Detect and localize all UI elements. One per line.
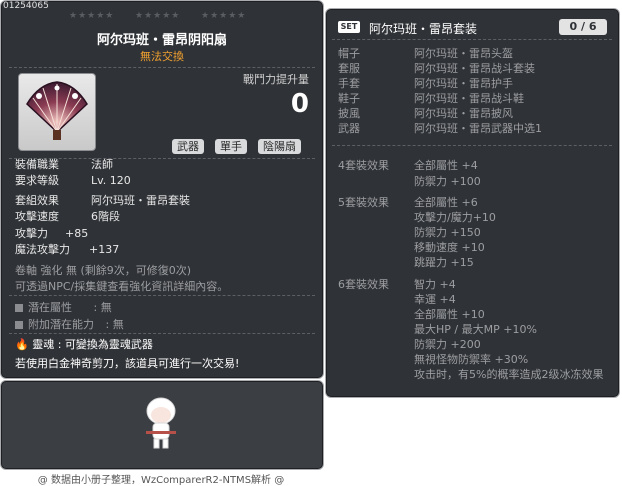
footer-credit: @ 数据由小册子整理，WzComparerR2-NTMS解析 @	[37, 475, 285, 486]
set-name: 阿尔玛班・雷昂套装	[369, 22, 478, 36]
character-avatar	[146, 397, 176, 449]
star-group-2: ★★★★★	[135, 11, 181, 21]
additional-potential-row: 附加潛在能力 : 無	[15, 316, 124, 332]
divider	[332, 39, 612, 40]
set-badge: SET	[338, 21, 360, 33]
attack-row: 攻擊力 +85	[15, 227, 89, 240]
soul-row: 🔥 靈魂 : 可變換為靈魂武器	[15, 338, 153, 351]
item-tooltip-panel: 01254065 ★★★★★ ★★★★★ ★★★★★ 阿尔玛班・雷昂阴阳扇 無法…	[0, 0, 324, 379]
flame-icon: 🔥	[15, 338, 29, 351]
additional-potential-lock-icon	[15, 321, 23, 329]
item-id: 01254065	[3, 1, 49, 11]
tag-one-handed: 單手	[215, 139, 247, 154]
set-row: 套組效果 阿尔玛班・雷昂套裝	[15, 194, 190, 207]
npc-info: 可透過NPC/採集鍵查看強化資訊詳細內容。	[15, 280, 229, 293]
speed-row: 攻擊速度 6階段	[15, 210, 120, 223]
potential-row: 潛在屬性 : 無	[15, 299, 112, 315]
level-row: 要求等級 Lv. 120	[15, 174, 131, 187]
job-row: 裝備職業 法師	[15, 158, 113, 171]
set-info-panel: SET 阿尔玛班・雷昂套装 0 / 6 帽子 阿尔玛班・雷昂头盔 套服 阿尔玛班・雷…	[325, 8, 620, 398]
star-group-1: ★★★★★	[69, 11, 115, 21]
scissors-info: 若使用白金神奇剪刀，該道具可進行一次交易!	[15, 357, 240, 370]
avatar-preview-panel	[0, 380, 324, 470]
set-count: 0 / 6	[559, 19, 607, 35]
combat-power-value: 0	[290, 89, 309, 119]
divider	[9, 333, 315, 334]
magic-attack-row: 魔法攻擊力 +137	[15, 243, 120, 256]
potential-lock-icon	[15, 304, 23, 312]
scroll-info: 卷軸 強化 無 (剩餘9次，可修復0次)	[15, 264, 192, 277]
divider	[332, 145, 612, 146]
divider	[9, 67, 315, 68]
star-group-3: ★★★★★	[201, 11, 247, 21]
untradeable-label: 無法交換	[140, 50, 184, 63]
combat-power-label: 戰鬥力提升量	[243, 73, 309, 86]
fan-icon	[26, 81, 88, 140]
item-icon	[18, 73, 96, 151]
tag-weapon: 武器	[172, 139, 204, 154]
item-title: 阿尔玛班・雷昂阴阳扇	[96, 33, 227, 48]
divider	[9, 295, 315, 296]
tag-fan: 陰陽扇	[258, 139, 301, 154]
